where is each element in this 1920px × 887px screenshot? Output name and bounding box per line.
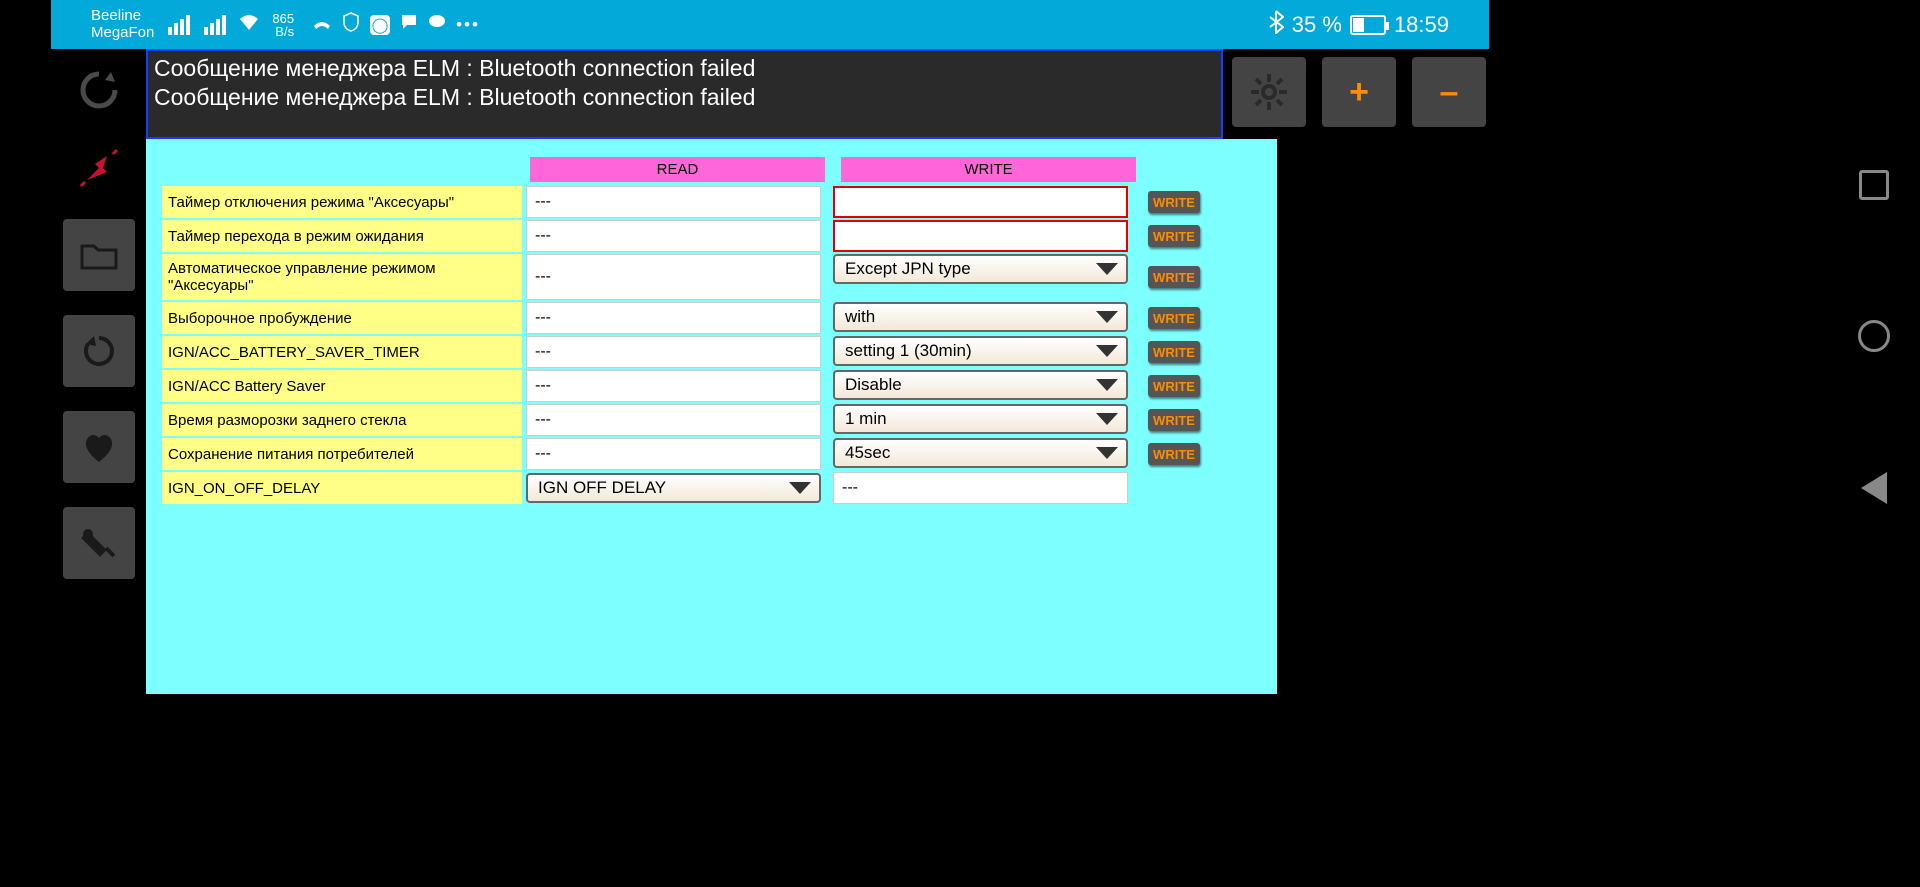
write-dropdown[interactable]: 45sec xyxy=(833,438,1128,468)
read-value: --- xyxy=(526,302,821,334)
status-bar: Beeline MegaFon 865 B/s ◯ xyxy=(51,0,1489,49)
status-icons: ◯ ••• xyxy=(312,12,480,37)
write-input[interactable] xyxy=(833,220,1128,252)
shield-icon xyxy=(342,12,360,37)
write-button[interactable]: WRITE xyxy=(1148,443,1200,465)
chevron-down-icon xyxy=(1096,447,1118,459)
sync-icon[interactable] xyxy=(72,63,126,117)
write-dropdown[interactable]: Except JPN type xyxy=(833,254,1128,284)
carrier-2: MegaFon xyxy=(91,25,154,42)
header-read: READ xyxy=(530,157,825,182)
missed-call-icon xyxy=(312,13,332,36)
param-row: Время разморозки заднего стекла--- 1 min W… xyxy=(162,404,1261,436)
param-label: Время разморозки заднего стекла xyxy=(162,404,522,436)
status-right: 35 % 18:59 xyxy=(1268,10,1489,40)
minus-button[interactable]: – xyxy=(1412,57,1486,127)
back-button[interactable] xyxy=(1861,472,1887,504)
gear-button[interactable] xyxy=(1232,57,1306,127)
read-value: --- xyxy=(526,438,821,470)
settings-button[interactable] xyxy=(63,507,135,579)
chevron-down-icon xyxy=(789,482,811,494)
android-nav xyxy=(1858,170,1890,504)
write-button[interactable]: WRITE xyxy=(1148,266,1200,288)
write-button[interactable]: WRITE xyxy=(1148,375,1200,397)
read-value: --- xyxy=(526,370,821,402)
param-label: IGN/ACC_BATTERY_SAVER_TIMER xyxy=(162,336,522,368)
read-value: --- xyxy=(526,186,821,218)
battery-icon xyxy=(1350,15,1386,35)
param-label: Автоматическое управление режимом "Аксес… xyxy=(162,254,522,300)
chevron-down-icon xyxy=(1096,379,1118,391)
write-button[interactable]: WRITE xyxy=(1148,307,1200,329)
battery-percent: 35 % xyxy=(1292,12,1342,38)
home-button[interactable] xyxy=(1858,320,1890,352)
folder-button[interactable] xyxy=(63,219,135,291)
write-dropdown[interactable]: with xyxy=(833,302,1128,332)
write-input[interactable] xyxy=(833,186,1128,218)
param-row: Таймер отключения режима "Аксесуары"--- W… xyxy=(162,186,1261,218)
table-header: READ WRITE xyxy=(162,157,1261,182)
param-label: Таймер отключения режима "Аксесуары" xyxy=(162,186,522,218)
log-line-1: Сообщение менеджера ELM : Bluetooth conn… xyxy=(154,54,1215,83)
param-row: Таймер перехода в режим ожидания--- WRITE xyxy=(162,220,1261,252)
left-sidebar xyxy=(51,49,146,887)
status-left: Beeline MegaFon 865 B/s ◯ xyxy=(51,8,480,41)
write-dropdown[interactable]: setting 1 (30min) xyxy=(833,336,1128,366)
bluetooth-icon xyxy=(1268,10,1284,40)
data-rate: 865 B/s xyxy=(272,12,294,38)
bubble-icon xyxy=(428,14,446,35)
write-dropdown[interactable]: Disable xyxy=(833,370,1128,400)
more-icon: ••• xyxy=(456,15,480,35)
read-value: --- xyxy=(526,220,821,252)
write-button[interactable]: WRITE xyxy=(1148,225,1200,247)
params-panel: READ WRITE Таймер отключения режима "Акс… xyxy=(146,139,1277,694)
write-dropdown[interactable]: 1 min xyxy=(833,404,1128,434)
param-row: IGN/ACC Battery Saver--- Disable WRITE xyxy=(162,370,1261,402)
param-label: IGN/ACC Battery Saver xyxy=(162,370,522,402)
plus-button[interactable]: + xyxy=(1322,57,1396,127)
signal-icon-2 xyxy=(204,15,226,35)
wifi-icon xyxy=(238,13,260,36)
recent-apps-button[interactable] xyxy=(1859,170,1889,200)
data-rate-unit: B/s xyxy=(272,25,294,38)
param-row: IGN/ACC_BATTERY_SAVER_TIMER--- setting 1 … xyxy=(162,336,1261,368)
param-label: Таймер перехода в режим ожидания xyxy=(162,220,522,252)
read-dropdown[interactable]: IGN OFF DELAY xyxy=(526,473,821,503)
clock-time: 18:59 xyxy=(1394,12,1449,38)
param-row: Автоматическое управление режимом "Аксес… xyxy=(162,254,1261,300)
read-value: --- xyxy=(526,336,821,368)
chevron-down-icon xyxy=(1096,263,1118,275)
write-button[interactable]: WRITE xyxy=(1148,341,1200,363)
log-panel[interactable]: Сообщение менеджера ELM : Bluetooth conn… xyxy=(146,49,1223,139)
param-row: Выборочное пробуждение--- with WRITE xyxy=(162,302,1261,334)
param-label: Выборочное пробуждение xyxy=(162,302,522,334)
top-right-controls: + – xyxy=(1232,57,1486,127)
favorite-button[interactable] xyxy=(63,411,135,483)
carrier-names: Beeline MegaFon xyxy=(91,8,154,41)
param-row: Сохранение питания потребителей--- 45sec W… xyxy=(162,438,1261,470)
refresh-button[interactable] xyxy=(63,315,135,387)
connection-icon[interactable] xyxy=(72,141,126,195)
chat-icon: ◯ xyxy=(370,15,390,35)
param-row: IGN_ON_OFF_DELAYIGN OFF DELAY --- xyxy=(162,472,1261,504)
param-label: IGN_ON_OFF_DELAY xyxy=(162,472,522,504)
chevron-down-icon xyxy=(1096,311,1118,323)
chevron-down-icon xyxy=(1096,413,1118,425)
write-button[interactable]: WRITE xyxy=(1148,409,1200,431)
speech-icon xyxy=(400,13,418,36)
write-value: --- xyxy=(833,472,1128,504)
log-line-2: Сообщение менеджера ELM : Bluetooth conn… xyxy=(154,83,1215,112)
write-button[interactable]: WRITE xyxy=(1148,191,1200,213)
data-rate-num: 865 xyxy=(272,12,294,25)
signal-icon xyxy=(168,15,190,35)
header-write: WRITE xyxy=(841,157,1136,182)
chevron-down-icon xyxy=(1096,345,1118,357)
read-value: --- xyxy=(526,254,821,300)
read-value: --- xyxy=(526,404,821,436)
param-label: Сохранение питания потребителей xyxy=(162,438,522,470)
carrier-1: Beeline xyxy=(91,8,154,25)
